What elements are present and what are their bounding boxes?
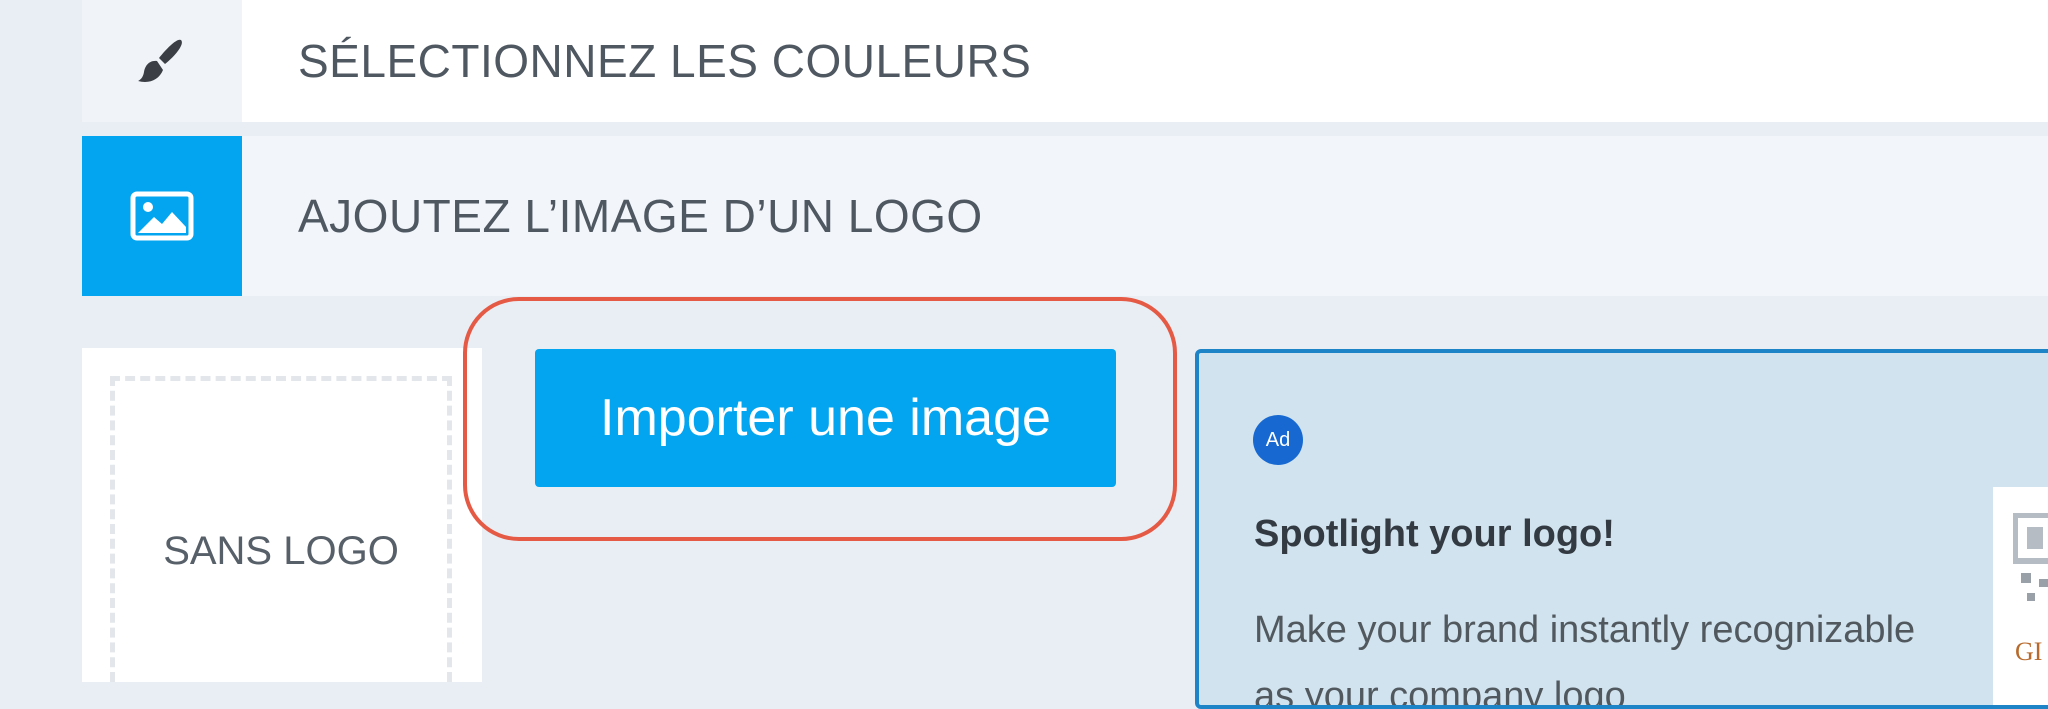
no-logo-option[interactable]: SANS LOGO	[110, 376, 452, 682]
section-select-colors[interactable]: SÉLECTIONNEZ LES COULEURS	[82, 0, 2048, 122]
no-logo-label: SANS LOGO	[163, 529, 399, 573]
ad-card[interactable]: Ad Spotlight your logo! Make your brand …	[1195, 349, 2048, 709]
section-add-logo[interactable]: AJOUTEZ L’IMAGE D’UN LOGO	[82, 136, 2048, 296]
image-icon	[130, 191, 194, 241]
ad-badge: Ad	[1253, 415, 1303, 465]
section-icon-box	[82, 0, 242, 122]
ad-thumbnail[interactable]: GI	[1993, 487, 2048, 705]
ad-thumbnail-text: GI	[2015, 637, 2043, 666]
ad-body: Make your brand instantly recognizable a…	[1254, 609, 1916, 709]
ad-title: Spotlight your logo!	[1254, 513, 1615, 555]
import-image-button[interactable]: Importer une image	[535, 349, 1116, 487]
section-label-logo: AJOUTEZ L’IMAGE D’UN LOGO	[298, 190, 983, 242]
qr-code-icon	[2013, 513, 2048, 601]
section-label-colors: SÉLECTIONNEZ LES COULEURS	[298, 35, 1032, 87]
paintbrush-icon	[138, 39, 182, 82]
section-icon-box-active	[82, 136, 242, 296]
